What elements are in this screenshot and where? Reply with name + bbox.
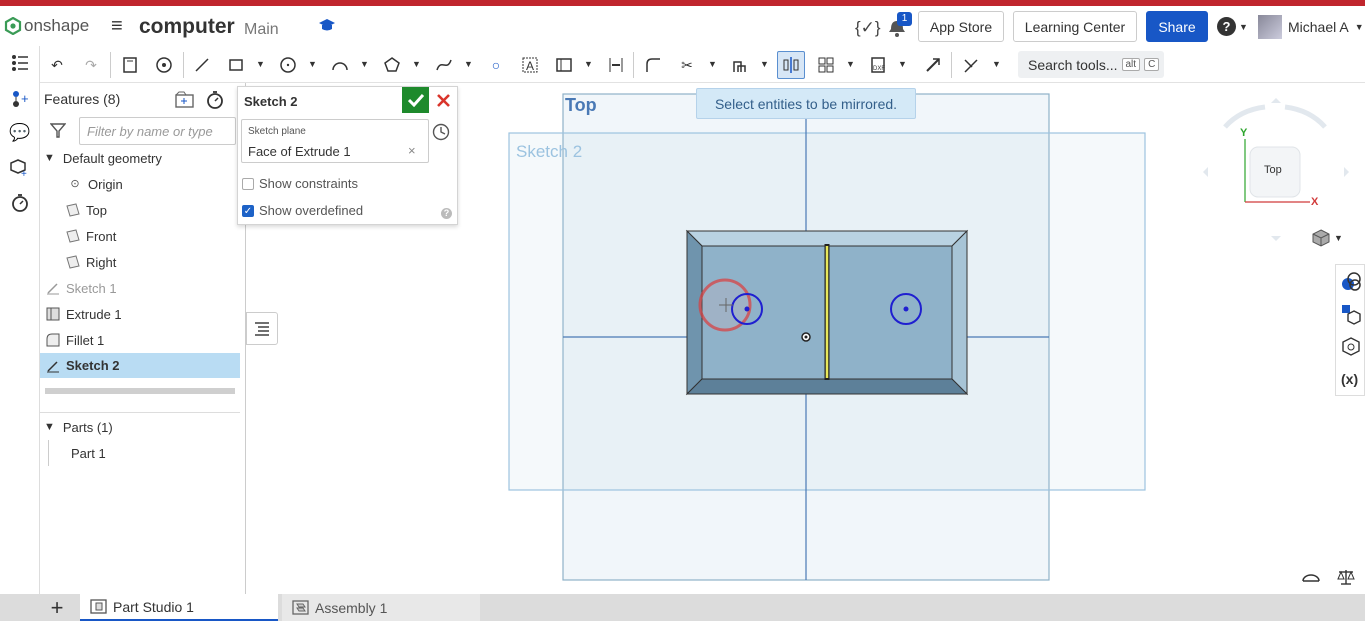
part-top-bevel[interactable] — [685, 230, 969, 247]
tab-part-studio-1[interactable]: Part Studio 1 — [80, 594, 278, 621]
add-tab-icon[interactable]: + — [40, 594, 74, 621]
chevron-down-icon: ▼ — [1334, 233, 1343, 243]
cube-icon — [1312, 229, 1330, 247]
graphics-viewport[interactable] — [0, 0, 1365, 594]
origin-point-center — [804, 335, 808, 339]
bom-icon[interactable] — [1340, 303, 1362, 325]
circle-center-point[interactable] — [903, 306, 909, 312]
part-right-bevel[interactable] — [951, 229, 968, 396]
right-panel-rail: (x) — [1335, 264, 1365, 396]
mass-properties-icon[interactable] — [1337, 568, 1355, 586]
tab-label: Part Studio 1 — [113, 598, 194, 615]
top-plane-label: Top — [565, 95, 597, 115]
assembly-icon — [292, 599, 309, 615]
tab-label: Assembly 1 — [315, 599, 388, 616]
view-options-menu[interactable]: ▼ — [1312, 229, 1343, 247]
view-cube-face[interactable]: Top — [1264, 164, 1282, 176]
circle-center-point[interactable] — [744, 306, 750, 312]
part-bottom-bevel[interactable] — [685, 378, 969, 395]
measure-icon[interactable] — [1301, 569, 1321, 585]
y-axis-label: Y — [1240, 127, 1248, 139]
variables-icon[interactable]: (x) — [1340, 368, 1362, 390]
part-studio-icon — [90, 598, 107, 614]
sketch-name-label: Sketch 2 — [516, 142, 583, 161]
x-axis-label: X — [1311, 196, 1319, 208]
configurations-icon[interactable] — [1340, 336, 1362, 358]
svg-text:(x): (x) — [1341, 371, 1358, 387]
tab-assembly-1[interactable]: Assembly 1 — [282, 594, 480, 621]
mirror-hint-tooltip: Select entities to be mirrored. — [696, 88, 916, 119]
appearance-icon[interactable] — [1340, 270, 1362, 292]
